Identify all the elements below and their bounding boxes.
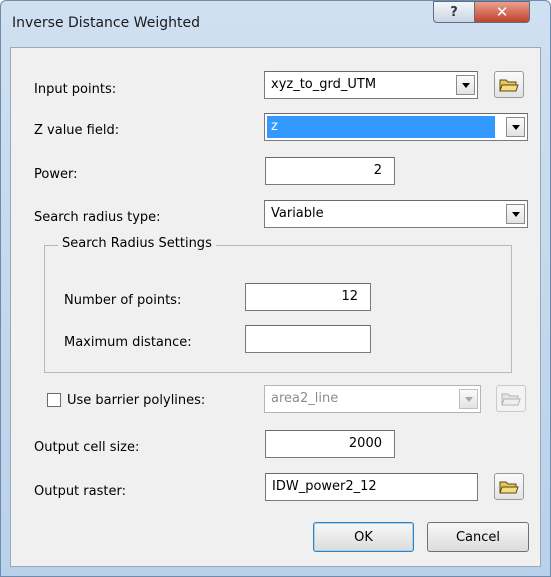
barrier-polylines-value: area2_line (271, 391, 339, 406)
use-barrier-polylines-label[interactable]: Use barrier polylines: (67, 393, 205, 408)
search-radius-type-combo[interactable]: Variable (264, 200, 528, 228)
barrier-browse-button (496, 385, 526, 412)
dialog-window: Inverse Distance Weighted ? ✕ Input poin… (0, 0, 551, 577)
window-title: Inverse Distance Weighted (12, 15, 200, 31)
open-folder-icon (499, 79, 519, 91)
number-of-points-input[interactable]: 12 (245, 283, 371, 311)
chevron-down-icon (459, 389, 478, 409)
number-of-points-label: Number of points: (64, 293, 182, 308)
output-cell-size-label: Output cell size: (34, 440, 140, 455)
power-label: Power: (34, 167, 78, 182)
chevron-down-icon[interactable] (506, 117, 525, 137)
maximum-distance-input[interactable] (245, 325, 371, 353)
z-value-field-label: Z value field: (34, 123, 120, 138)
z-value-field-combo[interactable]: z (264, 113, 528, 141)
chevron-down-icon[interactable] (456, 75, 475, 95)
maximum-distance-label: Maximum distance: (64, 335, 192, 350)
search-radius-type-value: Variable (271, 206, 324, 221)
chevron-down-icon[interactable] (506, 204, 525, 224)
search-radius-type-label: Search radius type: (34, 210, 161, 225)
input-points-label: Input points: (34, 82, 117, 97)
close-button[interactable]: ✕ (474, 1, 530, 23)
barrier-polylines-combo: area2_line (264, 385, 481, 413)
title-bar[interactable]: Inverse Distance Weighted ? ✕ (1, 1, 550, 47)
ok-button[interactable]: OK (313, 522, 414, 552)
output-raster-input[interactable]: IDW_power2_12 (265, 473, 478, 501)
input-points-combo[interactable]: xyz_to_grd_UTM (264, 71, 478, 99)
search-radius-settings-title: Search Radius Settings (58, 236, 216, 251)
output-raster-browse-button[interactable] (494, 473, 524, 500)
output-cell-size-input[interactable]: 2000 (265, 430, 395, 458)
cancel-button[interactable]: Cancel (427, 522, 529, 552)
z-value-field-selection (267, 116, 495, 138)
open-folder-icon (499, 481, 519, 493)
help-button[interactable]: ? (433, 1, 475, 23)
power-input[interactable]: 2 (265, 157, 395, 185)
z-value-field-value: z (271, 119, 278, 134)
use-barrier-polylines-checkbox[interactable] (47, 393, 61, 407)
output-raster-label: Output raster: (34, 484, 126, 499)
input-points-browse-button[interactable] (494, 71, 524, 98)
open-folder-icon (501, 393, 521, 405)
dialog-body: Input points: xyz_to_grd_UTM Z value fie… (10, 47, 541, 567)
input-points-value: xyz_to_grd_UTM (271, 77, 377, 92)
